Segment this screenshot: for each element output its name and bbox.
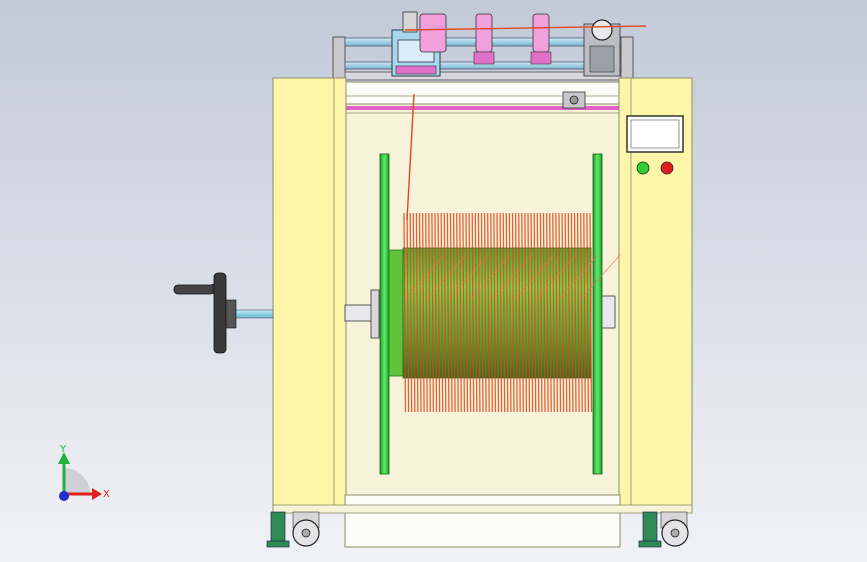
cad-viewport[interactable]: Y X: [0, 0, 867, 562]
guide-pulley: [419, 13, 447, 53]
leveling-foot: [642, 511, 658, 543]
guide-pulley: [532, 13, 550, 53]
x-axis-label: X: [103, 489, 110, 500]
z-axis-dot: [59, 491, 69, 501]
stop-button[interactable]: [660, 161, 674, 175]
handwheel-rim: [213, 272, 227, 354]
machine-scene[interactable]: Y X: [0, 0, 867, 562]
left-frame: [272, 77, 347, 513]
guide-pulley: [475, 13, 493, 53]
handwheel-grip[interactable]: [173, 284, 215, 295]
left-flange: [379, 153, 390, 475]
leveling-foot: [270, 511, 286, 543]
y-axis-label: Y: [59, 444, 67, 455]
base-panel: [344, 494, 621, 548]
start-button[interactable]: [636, 161, 650, 175]
right-flange: [592, 153, 603, 475]
